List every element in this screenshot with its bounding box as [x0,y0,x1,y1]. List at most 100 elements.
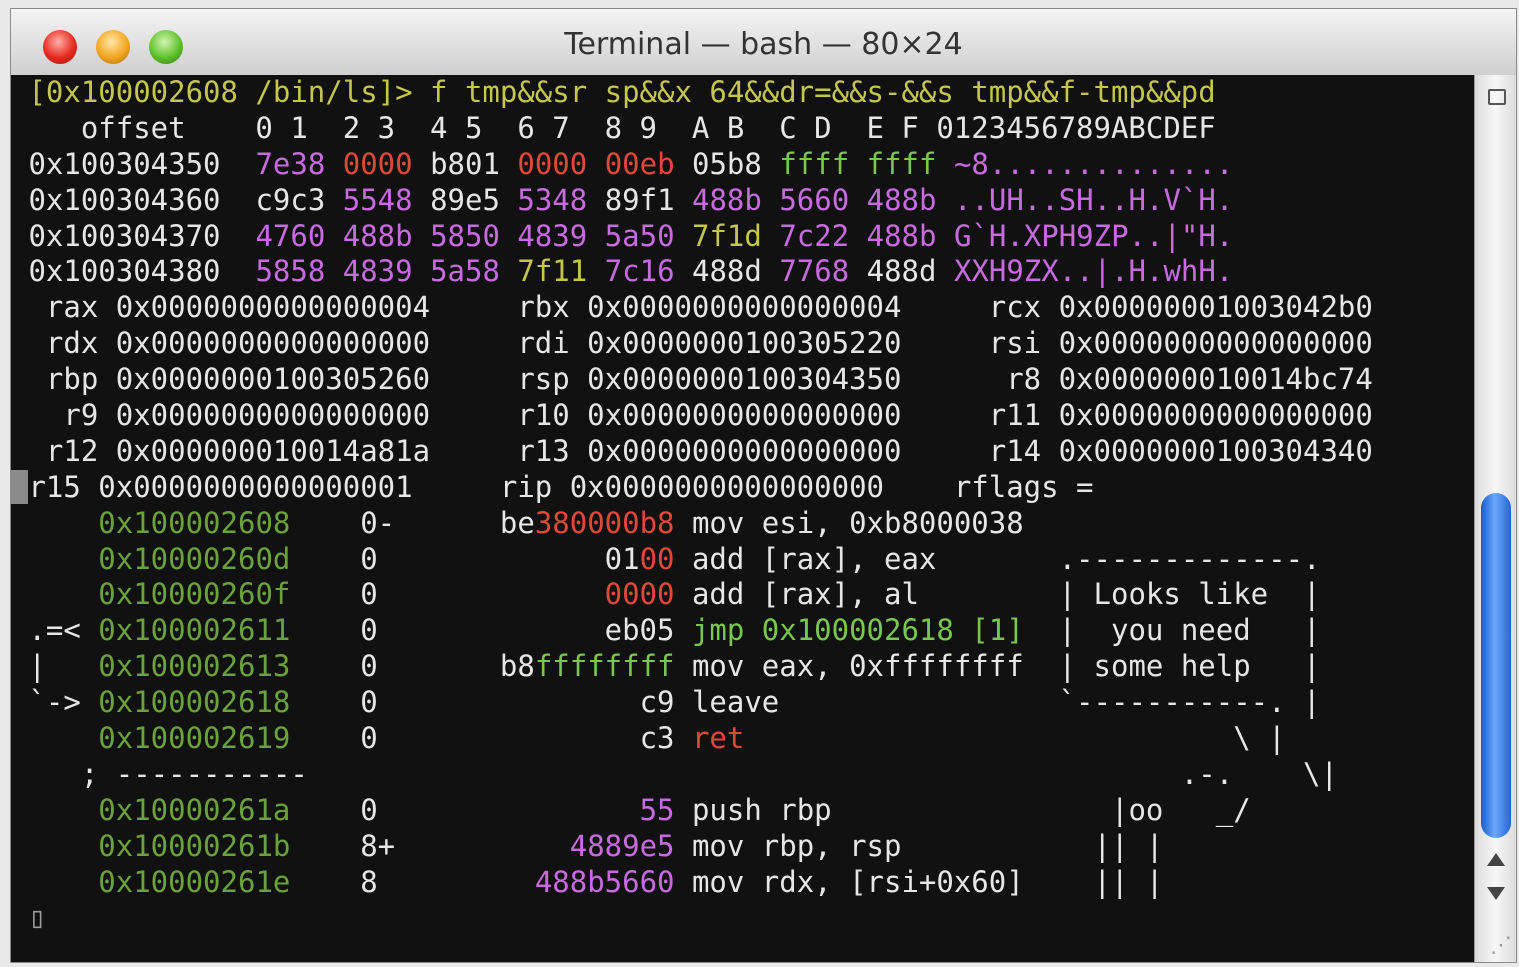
prompt: [0x100002608 /bin/ls]> [11,75,413,109]
hex-word: 7c16 [604,254,675,289]
disasm-address: 0x100002611 [80,613,291,648]
hex-word: 5548 [342,182,413,217]
disasm-line: 0x100002608 0- be380000b8 mov esi, 0xb80… [11,506,1373,542]
scroll-down-icon[interactable] [1487,887,1505,900]
hex-word: 488d [692,254,762,289]
hex-word: 5850 [430,218,500,253]
flow-arrow [11,793,81,827]
disasm-line: 0x10000261b 8+ 4889e5 mov rbp, rsp || | [11,829,1373,865]
hex-word: 4760 [255,218,326,253]
disasm-address: 0x10000261a [80,792,291,827]
hex-word: 00eb [604,146,675,181]
hex-address: 0x100304370 [11,218,256,253]
opcode-bytes-hl: 380000b8 [534,505,675,540]
disasm-address: 0x100002608 [80,505,291,540]
hex-header-text: offset 0 1 2 3 4 5 6 7 8 9 A B C D E F 0… [11,110,1216,145]
hex-word: 5a50 [604,218,675,253]
hex-word: 488b [342,218,413,253]
vertical-scrollbar[interactable]: ⋰ [1474,75,1516,962]
stack-delta: 0 [290,649,396,684]
hex-row: 0x100304380 5858 4839 5a58 7f11 7c16 488… [11,254,1373,290]
disasm-line: 0x10000261a 0 55 push rbp |oo _/ [11,793,1373,829]
stack-delta: 0 [290,685,396,720]
input-cursor: ▯ [11,900,46,935]
instruction: mov eax, 0xffffffff [674,649,1042,684]
register-row: r9 0x0000000000000000 r10 0x000000000000… [11,398,1373,434]
disasm-line: .=< 0x100002611 0 eb05 jmp 0x100002618 [… [11,613,1373,649]
flow-arrow [11,506,81,540]
opcode-bytes: be [499,505,535,540]
hex-word: ffff [866,146,937,181]
cursor-line: ▯ [11,900,1373,936]
disasm-address: 0x100002613 [80,649,291,684]
disasm-address: 0x100002619 [80,721,291,756]
hex-word: 5a58 [430,254,500,289]
disasm-address: 0x100002618 [80,685,291,720]
hex-word: 5858 [255,254,326,289]
terminal-text: [0x100002608 /bin/ls]> f tmp&&sr sp&&x 6… [11,75,1373,936]
opcode-bytes-hl: 00 [639,541,675,576]
opcode-bytes: 488b5660 [534,864,675,899]
register-text: r9 0x0000000000000000 r10 0x000000000000… [11,398,1373,433]
opcode-bytes-hl: 0000 [604,577,675,612]
stack-delta: 0- [290,505,396,540]
instruction: jmp 0x100002618 [1] [674,613,1042,648]
terminal-content[interactable]: [0x100002608 /bin/ls]> f tmp&&sr sp&&x 6… [11,75,1477,962]
register-row: rdx 0x0000000000000000 rdi 0x00000001003… [11,326,1373,362]
clippy-art: || | [1041,864,1164,899]
hex-word: 05b8 [692,146,762,181]
instruction: add [rax], al [674,577,1042,612]
register-text: rax 0x0000000000000004 rbx 0x00000000000… [11,290,1373,325]
disasm-line: 0x100002619 0 c3 ret \ | [11,721,1373,757]
flow-arrow [11,829,81,863]
hex-word: 488b [692,182,762,217]
title-bar[interactable]: Terminal — bash — 80×24 [11,9,1516,76]
disasm-address: 0x10000260f [80,577,291,612]
register-row: rbp 0x0000000100305260 rsp 0x00000001003… [11,362,1373,398]
comment-separator: ; ----------- [11,756,745,791]
stack-delta: 0 [290,792,396,827]
disasm-line: 0x10000260f 0 0000 add [rax], al | Looks… [11,577,1373,613]
clippy-art: `-----------. | [1041,685,1321,720]
instruction: leave [674,685,1042,720]
separator-line: ; ----------- .-. \| [11,757,1373,793]
hex-row: 0x100304360 c9c3 5548 89e5 5348 89f1 488… [11,183,1373,219]
hex-word: 488d [866,254,937,289]
opcode-bytes: eb05 [604,613,675,648]
disasm-address: 0x10000261e [80,864,291,899]
flow-arrow: .=< [11,613,81,648]
hex-word: 5348 [517,182,588,217]
stack-delta: 0 [290,541,396,576]
hex-row: 0x100304350 7e38 0000 b801 0000 00eb 05b… [11,147,1373,183]
hex-word: 7f1d [692,218,762,253]
resize-grip-icon[interactable]: ⋰ [1490,933,1512,958]
hex-word: 4839 [517,218,588,253]
hex-address: 0x100304350 [11,146,256,181]
hex-word: b801 [430,146,500,181]
hex-word: 89f1 [604,182,675,217]
hex-word: 89e5 [430,182,500,217]
disasm-line: | 0x100002613 0 b8ffffffff mov eax, 0xff… [11,649,1373,685]
flow-arrow [11,577,81,611]
clippy-art: |oo _/ [1041,792,1251,827]
opcode-bytes: 55 [639,792,675,827]
scrollbar-thumb[interactable] [1481,493,1511,838]
stack-delta: 8 [290,864,396,899]
hex-word: 0000 [517,146,588,181]
disasm-address: 0x10000261b [80,828,291,863]
opcode-bytes: 4889e5 [569,828,675,863]
instruction: push rbp [674,792,1042,827]
scroll-up-icon[interactable] [1487,853,1505,866]
instruction: add [rax], eax [674,541,1042,576]
hex-address: 0x100304360 [11,182,256,217]
hex-word: ffff [779,146,850,181]
opcode-bytes: b8 [499,649,535,684]
hex-word: 488b [866,218,937,253]
register-text: rdx 0x0000000000000000 rdi 0x00000001003… [11,326,1373,361]
clippy-art: .-------------. [1041,541,1321,576]
hex-row: 0x100304370 4760 488b 5850 4839 5a50 7f1… [11,219,1373,255]
register-text: r15 0x0000000000000001 rip 0x00000000000… [28,469,1094,504]
split-pane-icon[interactable] [1488,89,1506,105]
hex-word: 488b [866,182,937,217]
clippy-art: .-. \| [744,756,1338,791]
